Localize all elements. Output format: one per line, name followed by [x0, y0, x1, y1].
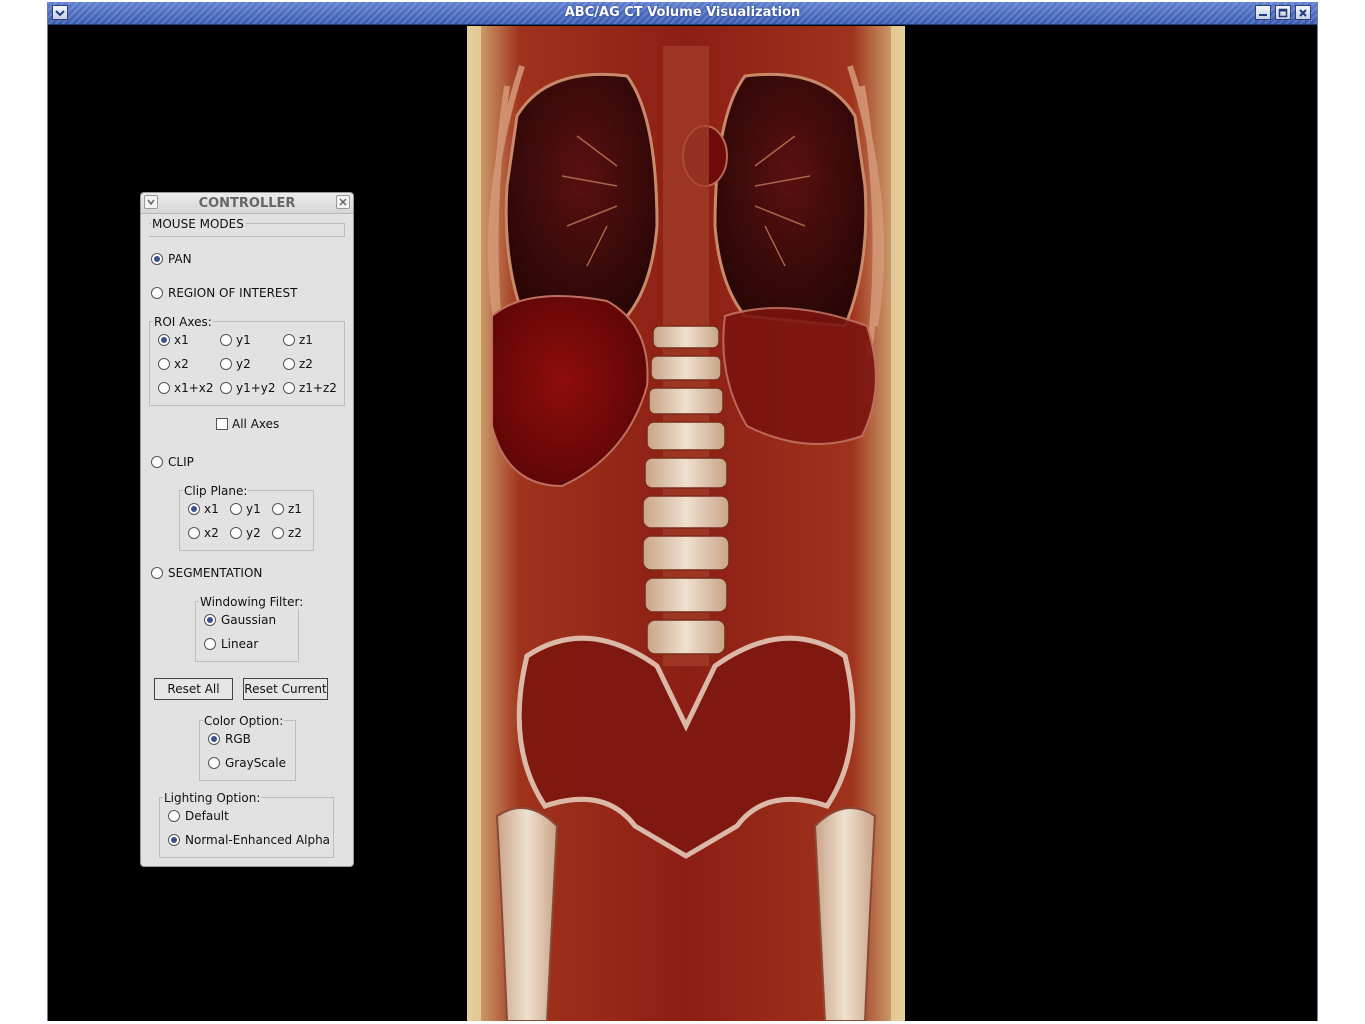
roi-axis-x1-label: x1	[174, 333, 189, 347]
all-axes-checkbox[interactable]	[216, 418, 228, 430]
roi-axis-y1y2-radio[interactable]	[220, 382, 232, 394]
color-option-group	[199, 720, 296, 781]
rgb-color-radio[interactable]	[208, 733, 220, 745]
left-lung	[504, 72, 659, 328]
roi-axis-z1z2-radio[interactable]	[283, 382, 295, 394]
grayscale-color-radio[interactable]	[208, 757, 220, 769]
controller-panel[interactable]: CONTROLLER MOUSE MODES PAN REGION OF INT…	[140, 192, 354, 867]
minimize-button[interactable]	[1255, 5, 1271, 20]
windowing-filter-label: Windowing Filter:	[199, 595, 305, 609]
maximize-button[interactable]	[1275, 5, 1291, 20]
window-title: ABC/AG CT Volume Visualization	[564, 5, 801, 20]
close-icon	[1299, 8, 1307, 17]
pan-mode-radio[interactable]	[151, 253, 163, 265]
skin-edge-right	[891, 26, 905, 1021]
clip-plane-x2-label: x2	[204, 526, 219, 540]
minimize-icon	[1259, 13, 1267, 16]
roi-axis-x2-radio[interactable]	[158, 358, 170, 370]
window-titlebar[interactable]: ABC/AG CT Volume Visualization	[48, 2, 1317, 25]
clip-mode-label: CLIP	[168, 455, 194, 469]
clip-plane-y1-radio[interactable]	[230, 503, 242, 515]
clip-plane-y1-label: y1	[246, 502, 261, 516]
controller-close-button[interactable]	[336, 195, 350, 209]
clip-plane-x1-radio[interactable]	[188, 503, 200, 515]
roi-axis-y2-radio[interactable]	[220, 358, 232, 370]
clip-plane-z1-label: z1	[288, 502, 302, 516]
reset-current-button[interactable]: Reset Current	[243, 678, 328, 700]
clip-plane-z2-radio[interactable]	[272, 527, 284, 539]
rgb-color-label: RGB	[225, 732, 251, 746]
normal-enhanced-alpha-radio[interactable]	[168, 834, 180, 846]
clip-plane-x1-label: x1	[204, 502, 219, 516]
roi-axis-x2-label: x2	[174, 357, 189, 371]
roi-axis-x1-radio[interactable]	[158, 334, 170, 346]
segmentation-mode-label: SEGMENTATION	[168, 566, 263, 580]
clip-plane-z1-radio[interactable]	[272, 503, 284, 515]
roi-axis-z1-label: z1	[299, 333, 313, 347]
grayscale-color-label: GrayScale	[225, 756, 286, 770]
linear-filter-label: Linear	[221, 637, 259, 651]
clip-plane-y2-label: y2	[246, 526, 261, 540]
windowing-filter-group	[195, 601, 299, 662]
ct-volume-render[interactable]	[467, 26, 905, 1021]
default-lighting-label: Default	[185, 809, 229, 823]
lighting-option-label: Lighting Option:	[163, 791, 262, 805]
clip-plane-x2-radio[interactable]	[188, 527, 200, 539]
gaussian-filter-radio[interactable]	[204, 614, 216, 626]
close-button[interactable]	[1295, 5, 1311, 20]
gaussian-filter-label: Gaussian	[221, 613, 277, 627]
reset-all-button[interactable]: Reset All	[154, 678, 233, 700]
roi-axis-z2-radio[interactable]	[283, 358, 295, 370]
mouse-modes-label: MOUSE MODES	[151, 217, 245, 231]
stomach	[722, 307, 877, 445]
controller-title: CONTROLLER	[198, 196, 296, 211]
roi-mode-label: REGION OF INTEREST	[168, 286, 298, 300]
close-icon	[339, 198, 347, 206]
roi-axes-label: ROI Axes:	[153, 315, 213, 329]
roi-mode-radio[interactable]	[151, 287, 163, 299]
all-axes-label: All Axes	[232, 417, 280, 431]
clip-plane-y2-radio[interactable]	[230, 527, 242, 539]
roi-axis-y2-label: y2	[236, 357, 251, 371]
roi-axis-x1x2-radio[interactable]	[158, 382, 170, 394]
roi-axis-y1-radio[interactable]	[220, 334, 232, 346]
pan-mode-label: PAN	[168, 252, 192, 266]
roi-axis-z1z2-label: z1+z2	[299, 381, 337, 395]
roi-axis-z1-radio[interactable]	[283, 334, 295, 346]
right-lung	[713, 72, 868, 328]
roi-axis-y1-label: y1	[236, 333, 251, 347]
roi-axis-y1y2-label: y1+y2	[236, 381, 276, 395]
segmentation-mode-radio[interactable]	[151, 567, 163, 579]
roi-axis-x1x2-label: x1+x2	[174, 381, 214, 395]
clip-plane-group	[179, 490, 314, 551]
skin-edge-left	[467, 26, 481, 1021]
clip-plane-label: Clip Plane:	[183, 484, 249, 498]
linear-filter-radio[interactable]	[204, 638, 216, 650]
controller-titlebar[interactable]: CONTROLLER	[141, 193, 353, 214]
lighting-option-group	[159, 797, 334, 858]
clip-mode-radio[interactable]	[151, 456, 163, 468]
default-lighting-radio[interactable]	[168, 810, 180, 822]
roi-axis-z2-label: z2	[299, 357, 313, 371]
clip-plane-z2-label: z2	[288, 526, 302, 540]
maximize-icon	[1278, 8, 1288, 17]
color-option-label: Color Option:	[203, 714, 285, 728]
normal-enhanced-alpha-label: Normal-Enhanced Alpha	[185, 833, 331, 847]
